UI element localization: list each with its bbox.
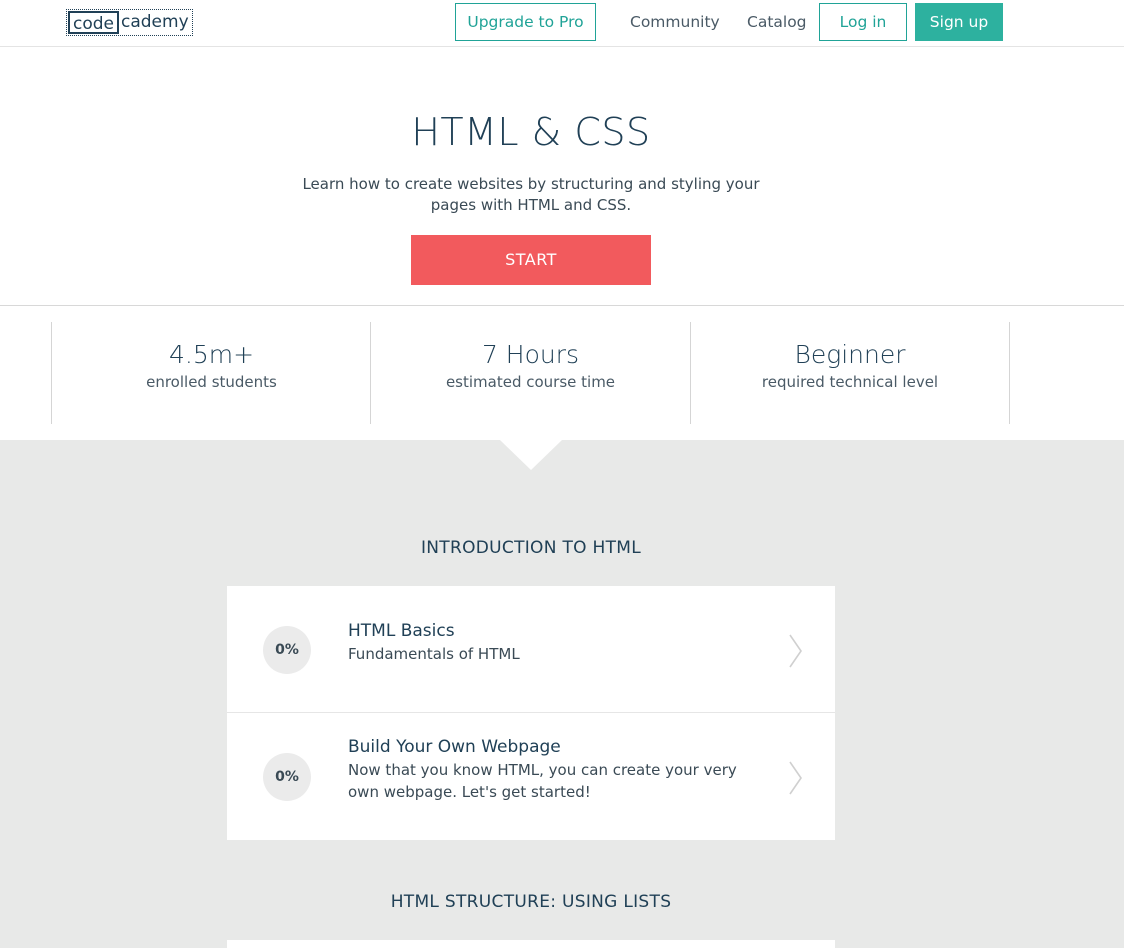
lesson-subtitle: Fundamentals of HTML	[348, 645, 520, 663]
stat-enrolled: 4.5m+ enrolled students	[51, 322, 371, 424]
progress-badge: 0%	[263, 753, 311, 801]
upgrade-to-pro-button[interactable]: Upgrade to Pro	[455, 3, 596, 41]
codecademy-logo[interactable]: code cademy	[66, 9, 193, 36]
logo-cademy-text: cademy	[121, 12, 189, 32]
section-title-html-structure: HTML STRUCTURE: USING LISTS	[390, 892, 672, 912]
login-button[interactable]: Log in	[819, 3, 907, 41]
lesson-subtitle: Now that you know HTML, you can create y…	[348, 761, 737, 801]
stat-label: required technical level	[761, 373, 939, 391]
chevron-right-icon[interactable]	[779, 631, 819, 671]
section-notch	[500, 440, 562, 470]
course-description: Learn how to create websites by structur…	[302, 175, 760, 214]
chevron-right-icon[interactable]	[779, 758, 819, 798]
lesson-title: HTML Basics	[348, 621, 455, 641]
signup-button[interactable]: Sign up	[915, 3, 1003, 41]
start-button[interactable]: START	[411, 235, 651, 285]
lesson-card-partial	[227, 940, 835, 948]
community-link[interactable]: Community	[630, 3, 720, 41]
stat-level: Beginner required technical level	[690, 322, 1010, 424]
section-title-intro-html: INTRODUCTION TO HTML	[420, 538, 642, 558]
stat-label: enrolled students	[146, 373, 277, 391]
stat-course-time: 7 Hours estimated course time	[370, 322, 690, 424]
progress-badge: 0%	[263, 626, 311, 674]
lesson-title: Build Your Own Webpage	[348, 737, 561, 757]
divider	[0, 305, 1124, 306]
lesson-row-build-webpage[interactable]: 0% Build Your Own Webpage Now that you k…	[227, 713, 835, 840]
stat-value: Beginner	[794, 340, 906, 369]
stat-label: estimated course time	[445, 373, 616, 391]
stat-value: 7 Hours	[481, 340, 580, 369]
logo-code-box: code	[68, 11, 119, 34]
lesson-card: 0% HTML Basics Fundamentals of HTML 0% B…	[227, 586, 835, 840]
top-navigation: code cademy Upgrade to Pro Community Cat…	[0, 0, 1124, 47]
catalog-link[interactable]: Catalog	[747, 3, 807, 41]
lesson-row-html-basics[interactable]: 0% HTML Basics Fundamentals of HTML	[227, 586, 835, 713]
course-title: HTML & CSS	[411, 110, 651, 154]
stat-value: 4.5m+	[168, 340, 255, 369]
